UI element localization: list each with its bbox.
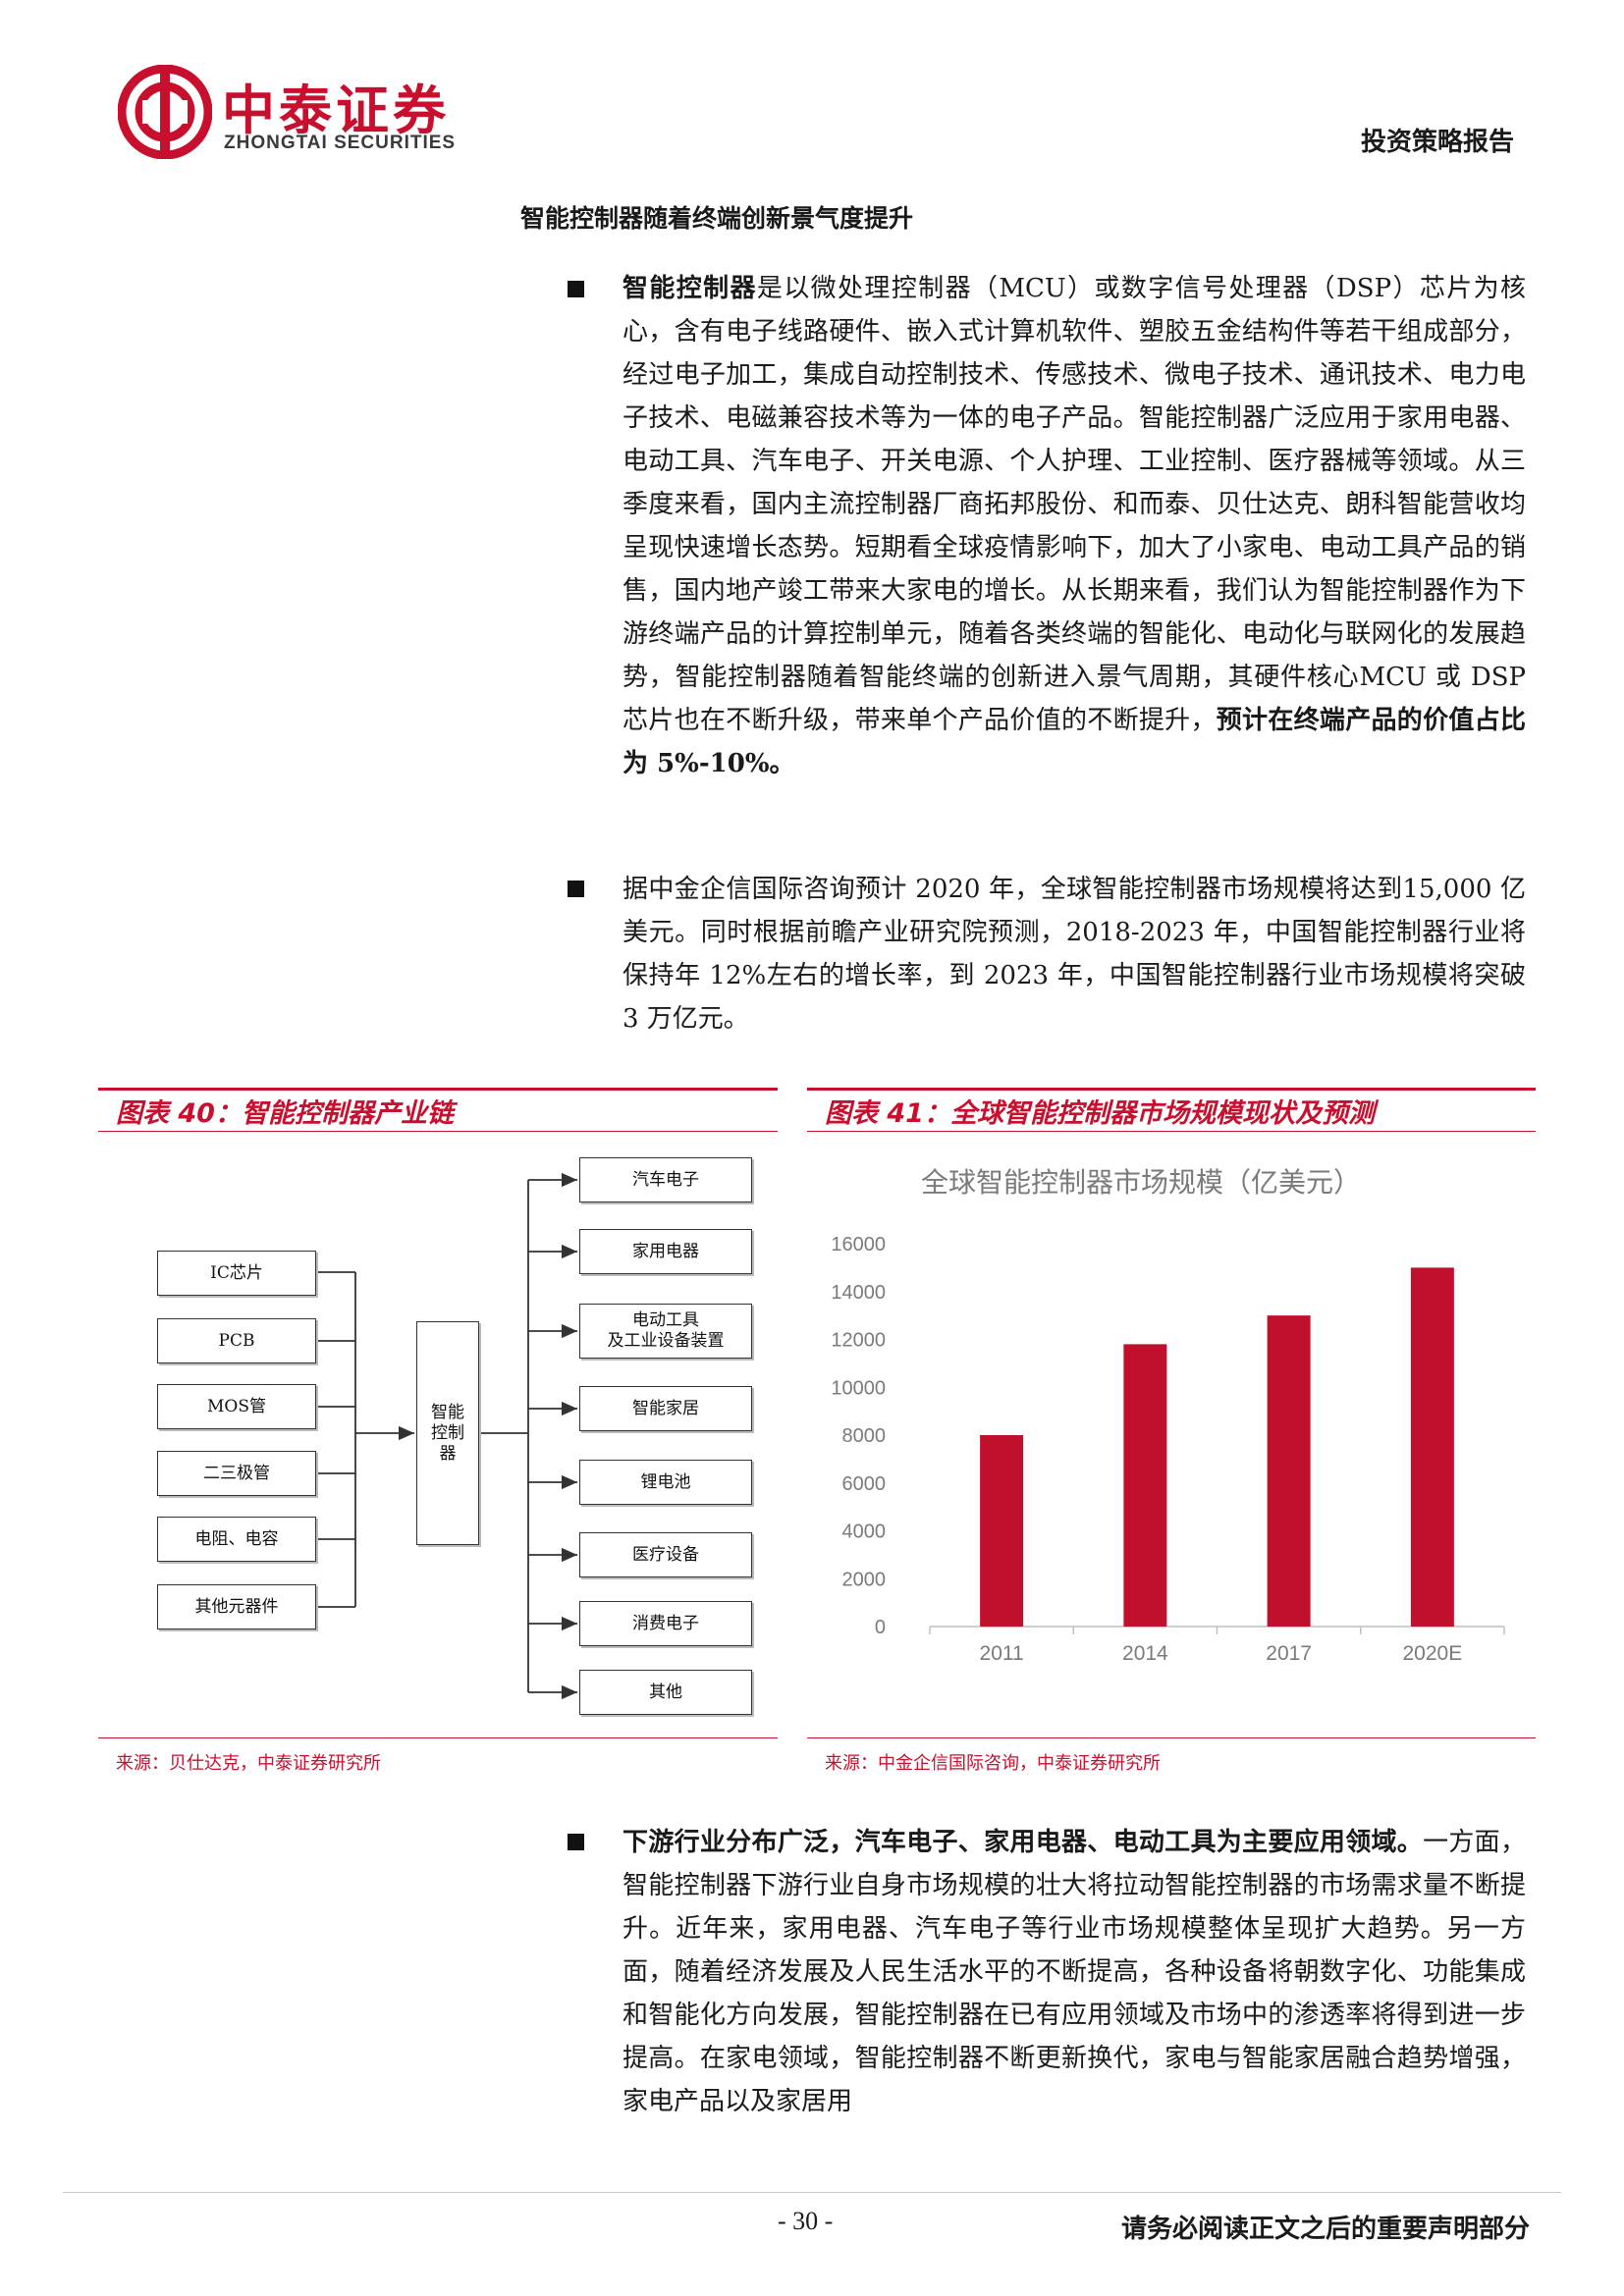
x-tick-label: 2011 <box>980 1642 1024 1665</box>
figure-40-title: 图表 40：智能控制器产业链 <box>116 1098 454 1129</box>
disclaimer-note: 请务必阅读正文之后的重要声明部分 <box>1120 2215 1530 2244</box>
bar-2014 <box>1123 1344 1167 1627</box>
figure-40-top-rule <box>98 1088 778 1091</box>
figure-41-top-rule <box>807 1088 1536 1091</box>
y-tick-label: 4000 <box>842 1522 887 1543</box>
output-node-other: 其他 <box>579 1670 752 1715</box>
input-node-ic-chip: IC芯片 <box>157 1251 316 1296</box>
figure-40-bottom-rule <box>98 1737 778 1738</box>
figure-40-source: 来源：贝仕达克，中泰证券研究所 <box>116 1753 381 1774</box>
paragraph-3: 下游行业分布广泛，汽车电子、家用电器、电动工具为主要应用领域。一方面，智能控制器… <box>623 1821 1526 2123</box>
company-logo: 中泰证券 ZHONGTAI SECURITIES <box>118 61 511 163</box>
x-tick-label: 2020E <box>1403 1642 1463 1665</box>
input-node-pcb: PCB <box>157 1318 316 1363</box>
logo-icon <box>118 65 212 159</box>
bar-2011 <box>980 1435 1024 1627</box>
output-node-lithium-battery: 锂电池 <box>579 1460 752 1505</box>
input-node-resistor-capacitor: 电阻、电容 <box>157 1517 316 1562</box>
figure-41-bottom-rule <box>807 1737 1536 1738</box>
industry-chain-diagram: IC芯片 PCB MOS管 二三极管 电阻、电容 其他元器件 智能 控制 器 汽… <box>98 1139 778 1728</box>
paragraph-1-text: 是以微处理控制器（MCU）或数字信号处理器（DSP）芯片为核心，含有电子线路硬件… <box>623 274 1526 735</box>
figure-41-title: 图表 41：全球智能控制器市场规模现状及预测 <box>825 1098 1375 1129</box>
output-node-medical-devices: 医疗设备 <box>579 1532 752 1577</box>
bar-2017 <box>1267 1315 1311 1627</box>
y-tick-label: 6000 <box>842 1473 887 1495</box>
paragraph-3-text: 一方面，智能控制器下游行业自身市场规模的壮大将拉动智能控制器的市场需求量不断提升… <box>623 1828 1526 2116</box>
report-type: 投资策略报告 <box>1360 128 1514 157</box>
input-node-diode: 二三极管 <box>157 1451 316 1496</box>
x-tick-label: 2014 <box>1122 1642 1168 1665</box>
bullet-square-icon <box>568 881 584 897</box>
paragraph-3-lead: 下游行业分布广泛，汽车电子、家用电器、电动工具为主要应用领域。 <box>623 1828 1424 1857</box>
output-node-power-tools: 电动工具 及工业设备装置 <box>579 1304 752 1359</box>
y-tick-label: 2000 <box>842 1569 887 1590</box>
input-node-mos: MOS管 <box>157 1384 316 1429</box>
paragraph-1: 智能控制器是以微处理控制器（MCU）或数字信号处理器（DSP）芯片为核心，含有电… <box>623 267 1526 785</box>
bullet-square-icon <box>568 281 584 297</box>
paragraph-1-lead: 智能控制器 <box>623 274 757 303</box>
section-title: 智能控制器随着终端创新景气度提升 <box>520 204 914 233</box>
y-tick-label: 14000 <box>831 1282 886 1304</box>
center-node-smart-controller: 智能 控制 器 <box>416 1321 479 1545</box>
y-tick-label: 12000 <box>831 1330 886 1352</box>
input-node-other-components: 其他元器件 <box>157 1584 316 1629</box>
figure-41-source: 来源：中金企信国际咨询，中泰证券研究所 <box>825 1753 1161 1774</box>
x-tick-label: 2017 <box>1266 1642 1312 1665</box>
page-number: - 30 - <box>778 2207 834 2235</box>
bar-2020E <box>1410 1267 1454 1627</box>
figure-41-header-underline <box>807 1131 1536 1132</box>
output-node-auto-electronics: 汽车电子 <box>579 1157 752 1202</box>
paragraph-2-text: 据中金企信国际咨询预计 2020 年，全球智能控制器市场规模将达到15,000 … <box>623 875 1526 1034</box>
footer-divider <box>63 2192 1561 2193</box>
chart-title: 全球智能控制器市场规模（亿美元） <box>921 1167 1361 1198</box>
output-node-smart-home: 智能家居 <box>579 1386 752 1431</box>
y-tick-label: 16000 <box>831 1234 886 1255</box>
y-tick-label: 8000 <box>842 1425 887 1447</box>
y-tick-label: 0 <box>875 1617 886 1638</box>
bullet-square-icon <box>568 1834 584 1850</box>
y-tick-label: 10000 <box>831 1377 886 1399</box>
paragraph-2: 据中金企信国际咨询预计 2020 年，全球智能控制器市场规模将达到15,000 … <box>623 868 1526 1041</box>
output-node-consumer-electronics: 消费电子 <box>579 1601 752 1646</box>
output-node-home-appliances: 家用电器 <box>579 1229 752 1274</box>
market-size-bar-chart: 全球智能控制器市场规模（亿美元） 0 2000 4000 6000 8000 10000 12… <box>831 1167 1505 1665</box>
figure-40-header-underline <box>98 1131 778 1132</box>
logo-en-text: ZHONGTAI SECURITIES <box>224 133 457 153</box>
